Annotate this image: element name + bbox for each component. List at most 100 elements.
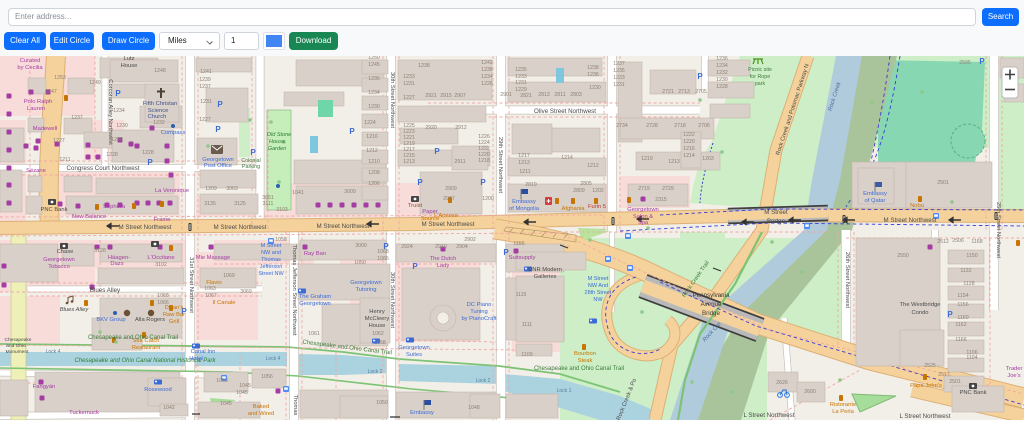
svg-text:DNR Modern: DNR Modern [528, 267, 562, 273]
svg-text:Embassy: Embassy [512, 199, 536, 205]
svg-text:Polo Ralph: Polo Ralph [24, 99, 52, 105]
svg-text:P: P [697, 72, 703, 81]
svg-text:1230: 1230 [589, 85, 601, 91]
svg-text:Sea Catch: Sea Catch [132, 338, 159, 344]
svg-text:1132: 1132 [960, 268, 971, 274]
svg-text:Baked: Baked [253, 404, 269, 410]
svg-text:Lock 4: Lock 4 [46, 349, 61, 355]
svg-text:1220: 1220 [683, 139, 695, 145]
svg-text:2517: 2517 [938, 372, 950, 378]
svg-text:2910: 2910 [435, 244, 447, 250]
svg-text:2915: 2915 [440, 93, 452, 99]
svg-text:Furin 5: Furin 5 [588, 204, 606, 210]
svg-text:Henry: Henry [369, 309, 385, 315]
svg-text:Compass: Compass [161, 130, 186, 136]
svg-text:Fangyán: Fangyán [33, 384, 56, 390]
svg-text:2907: 2907 [443, 196, 455, 202]
svg-text:2902: 2902 [464, 237, 476, 243]
svg-text:for Rope: for Rope [750, 74, 770, 80]
svg-text:Thomas: Thomas [261, 257, 281, 263]
svg-text:1208: 1208 [368, 170, 380, 176]
svg-text:M Street Northwest: M Street Northwest [317, 223, 370, 230]
svg-text:P: P [947, 310, 953, 319]
svg-text:1250: 1250 [368, 56, 380, 61]
svg-text:1048: 1048 [468, 405, 480, 411]
svg-text:House: House [269, 139, 285, 145]
svg-text:Chase: Chase [57, 249, 74, 255]
svg-text:L'Occitane: L'Occitane [147, 255, 174, 261]
svg-text:1041: 1041 [292, 190, 304, 196]
svg-text:1239: 1239 [199, 77, 211, 83]
svg-text:3103: 3103 [276, 207, 288, 213]
svg-text:Blues Alley: Blues Alley [60, 307, 90, 313]
svg-text:2901: 2901 [500, 92, 512, 98]
svg-text:1236: 1236 [368, 76, 380, 82]
svg-text:1228: 1228 [106, 152, 118, 158]
svg-text:Georgetown: Georgetown [398, 345, 430, 351]
svg-text:2813: 2813 [538, 92, 550, 98]
svg-text:Condo: Condo [911, 310, 928, 316]
svg-text:2721: 2721 [662, 89, 674, 95]
svg-text:Tutoring: Tutoring [355, 287, 376, 293]
svg-text:Spa: Spa [638, 220, 649, 226]
svg-text:Madewell: Madewell [33, 126, 58, 132]
svg-text:PNC Bank: PNC Bank [959, 390, 986, 396]
svg-text:La Veronique: La Veronique [155, 188, 189, 194]
svg-text:3000: 3000 [355, 243, 367, 249]
svg-text:P: P [217, 100, 223, 109]
svg-text:Galleries: Galleries [534, 274, 557, 280]
svg-text:1231: 1231 [200, 99, 212, 105]
svg-text:Grill: Grill [169, 319, 179, 325]
svg-text:DC Piano: DC Piano [467, 302, 492, 308]
svg-text:2315: 2315 [655, 197, 667, 203]
svg-text:1228: 1228 [142, 150, 154, 156]
svg-text:P: P [250, 148, 256, 157]
svg-text:1150: 1150 [966, 253, 977, 259]
svg-text:NW and: NW and [261, 250, 281, 256]
svg-text:2501: 2501 [949, 379, 961, 385]
svg-text:Trader: Trader [1006, 366, 1023, 372]
svg-text:NW And: NW And [588, 283, 608, 289]
svg-text:1230: 1230 [716, 77, 728, 83]
svg-text:Lutz: Lutz [124, 56, 135, 62]
svg-text:Street NW: Street NW [258, 271, 284, 277]
svg-text:1217: 1217 [518, 153, 530, 159]
svg-text:and Ohio: and Ohio [6, 343, 26, 349]
svg-text:2512: 2512 [937, 239, 949, 245]
svg-text:2718: 2718 [674, 123, 686, 129]
svg-text:L Street Northwest: L Street Northwest [743, 412, 794, 419]
svg-text:by Cecilia: by Cecilia [17, 65, 43, 71]
svg-text:Lock 1: Lock 1 [557, 388, 572, 394]
svg-text:1156: 1156 [957, 302, 968, 308]
svg-text:P: P [480, 178, 486, 187]
svg-text:Blues Alley: Blues Alley [90, 287, 121, 294]
svg-text:Georgetown: Georgetown [627, 207, 659, 213]
svg-text:1066: 1066 [157, 300, 169, 306]
svg-text:Sephora: Sephora [103, 204, 126, 210]
svg-text:1206: 1206 [368, 181, 380, 187]
svg-text:1203: 1203 [702, 156, 714, 162]
svg-text:1234: 1234 [113, 108, 125, 114]
svg-text:1237: 1237 [199, 84, 211, 90]
svg-text:1216: 1216 [683, 146, 695, 152]
svg-text:Picnic site: Picnic site [748, 67, 772, 73]
svg-text:Tobacco: Tobacco [48, 264, 70, 270]
svg-text:1214: 1214 [561, 155, 573, 161]
svg-text:1228: 1228 [716, 84, 728, 90]
svg-text:1212: 1212 [587, 163, 599, 169]
svg-text:1160: 1160 [957, 315, 968, 321]
svg-text:House: House [121, 63, 138, 69]
svg-text:Alla Rogers: Alla Rogers [135, 317, 165, 323]
svg-text:1209: 1209 [205, 186, 217, 192]
svg-text:1128: 1128 [963, 281, 974, 287]
svg-text:Suitsupply: Suitsupply [509, 255, 536, 261]
svg-text:Embassy: Embassy [410, 410, 434, 416]
svg-text:1166: 1166 [955, 337, 966, 343]
svg-text:2811: 2811 [554, 92, 565, 98]
svg-text:The Graham: The Graham [299, 294, 332, 300]
svg-text:1237: 1237 [613, 61, 625, 67]
svg-text:M Street: M Street [261, 243, 282, 249]
svg-text:Lock 2: Lock 2 [476, 378, 491, 384]
svg-text:Raw Bar: Raw Bar [163, 312, 185, 318]
svg-text:L Street Northwest: L Street Northwest [899, 413, 950, 420]
